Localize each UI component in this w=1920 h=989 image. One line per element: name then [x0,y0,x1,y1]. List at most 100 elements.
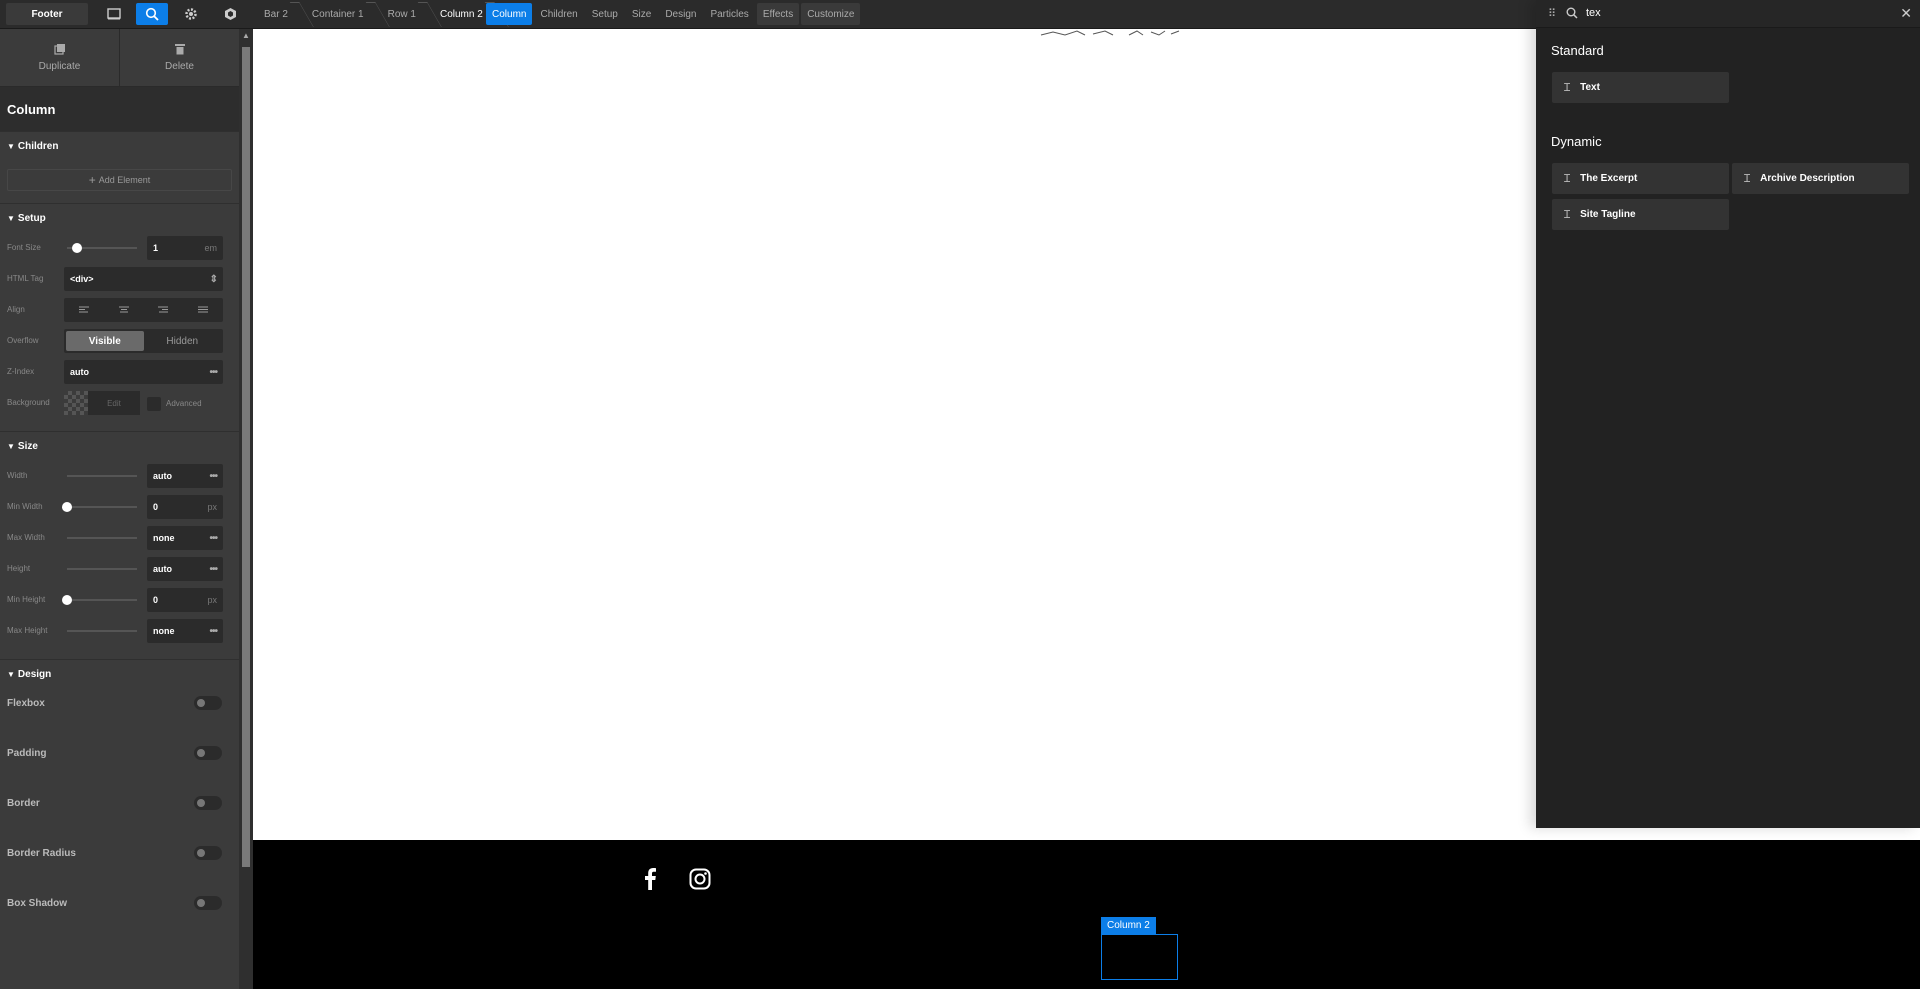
min-height-input[interactable]: 0 px [147,588,223,612]
element-card-archive-description[interactable]: Ɪ Archive Description [1732,163,1909,194]
height-control: Height auto ••• [0,554,239,585]
duplicate-button[interactable]: Duplicate [0,29,120,86]
toggle-label: Padding [7,748,47,759]
search-icon[interactable] [136,3,168,25]
color-swatch[interactable] [64,391,88,415]
selected-element-outline[interactable] [1101,934,1178,980]
tab-children[interactable]: Children [534,3,583,25]
breadcrumb-item[interactable]: Container 1 [302,0,378,28]
delete-button[interactable]: Delete [120,29,239,86]
box-shadow-toggle[interactable] [194,896,222,910]
border-toggle[interactable] [194,796,222,810]
prop-label: Z-Index [7,367,35,376]
tab-design[interactable]: Design [659,3,702,25]
width-slider[interactable] [67,475,137,477]
box-shadow-row: Box Shadow [0,880,239,930]
overflow-hidden-option[interactable]: Hidden [144,331,222,351]
max-width-slider[interactable] [67,537,137,539]
border-radius-row: Border Radius [0,830,239,880]
prop-label: Background [7,398,50,407]
more-icon[interactable]: ••• [209,626,217,637]
element-card-excerpt[interactable]: Ɪ The Excerpt [1552,163,1729,194]
sketch-image-edge [1040,30,1180,36]
input-value: auto [153,564,172,574]
min-height-slider[interactable] [67,599,137,601]
breadcrumb: Bar 2 Container 1 Row 1 Column 2 [254,0,497,28]
align-justify-icon[interactable] [183,298,223,322]
panel-scrollbar[interactable]: ▲ [239,29,253,989]
height-input[interactable]: auto ••• [147,557,223,581]
font-size-control: Font Size 1 em [0,233,239,264]
selected-element-label[interactable]: Column 2 [1101,917,1156,934]
align-center-icon[interactable] [104,298,144,322]
padding-row: Padding [0,730,239,780]
tab-customize[interactable]: Customize [801,3,861,25]
input-value: auto [70,367,89,377]
border-radius-toggle[interactable] [194,846,222,860]
add-element-button[interactable]: + Add Element [7,169,232,191]
slider-handle[interactable] [72,243,82,253]
breadcrumb-item[interactable]: Row 1 [378,0,430,28]
tab-column[interactable]: Column [486,3,533,25]
scrollbar-thumb[interactable] [242,47,250,867]
overflow-toggle: Visible Hidden [64,329,223,353]
element-label: Site Tagline [1580,209,1636,220]
toggle-label: Flexbox [7,698,45,709]
breadcrumb-item[interactable]: Bar 2 [254,0,302,28]
max-height-slider[interactable] [67,630,137,632]
width-input[interactable]: auto ••• [147,464,223,488]
min-width-input[interactable]: 0 px [147,495,223,519]
text-cursor-icon: Ɪ [1564,209,1571,221]
height-slider[interactable] [67,568,137,570]
caret-down-icon: ▼ [7,142,15,151]
more-icon[interactable]: ••• [209,533,217,544]
close-icon[interactable]: ✕ [1900,5,1912,22]
footer-area[interactable] [253,840,1920,989]
slider-handle[interactable] [62,595,72,605]
tab-setup[interactable]: Setup [586,3,624,25]
gear-icon[interactable] [175,3,207,25]
element-card-text[interactable]: Ɪ Text [1552,72,1729,103]
drag-handle-icon[interactable]: ⠿ [1548,7,1556,20]
section-size-toggle[interactable]: ▼ Size [0,431,239,461]
min-width-slider[interactable] [67,506,137,508]
prop-label: Max Height [7,626,48,635]
tab-effects[interactable]: Effects [756,3,800,25]
advanced-checkbox[interactable] [147,397,161,411]
html-tag-select[interactable]: <div> ⇕ [64,267,223,291]
search-input[interactable]: tex [1586,7,1601,19]
z-index-input[interactable]: auto ••• [64,360,223,384]
instagram-icon[interactable] [689,868,711,890]
overflow-visible-option[interactable]: Visible [66,331,144,351]
more-icon[interactable]: ••• [209,471,217,482]
section-setup-toggle[interactable]: ▼ Setup [0,203,239,233]
panel-icon[interactable] [98,3,130,25]
document-selector[interactable]: Footer [6,3,88,25]
element-card-site-tagline[interactable]: Ɪ Site Tagline [1552,199,1729,230]
text-cursor-icon: Ɪ [1564,82,1571,94]
facebook-icon[interactable] [643,868,657,890]
more-icon[interactable]: ••• [209,367,217,378]
edit-background-button[interactable]: Edit [88,391,140,415]
tab-particles[interactable]: Particles [704,3,754,25]
padding-toggle[interactable] [194,746,222,760]
font-size-input[interactable]: 1 em [147,236,223,260]
scroll-up-icon[interactable]: ▲ [242,31,250,40]
max-width-input[interactable]: none ••• [147,526,223,550]
max-width-control: Max Width none ••• [0,523,239,554]
max-height-input[interactable]: none ••• [147,619,223,643]
advanced-label: Advanced [166,399,202,408]
cube-icon[interactable] [214,3,246,25]
border-row: Border [0,780,239,830]
more-icon[interactable]: ••• [209,564,217,575]
align-left-icon[interactable] [64,298,104,322]
panel-title: Column [0,87,239,131]
flexbox-toggle[interactable] [194,696,222,710]
align-right-icon[interactable] [144,298,184,322]
tab-size[interactable]: Size [626,3,657,25]
slider-handle[interactable] [62,502,72,512]
z-index-control: Z-Index auto ••• [0,357,239,388]
section-children-toggle[interactable]: ▼ Children [0,131,239,161]
prop-label: Width [7,471,28,480]
add-element-label: Add Element [98,175,151,185]
